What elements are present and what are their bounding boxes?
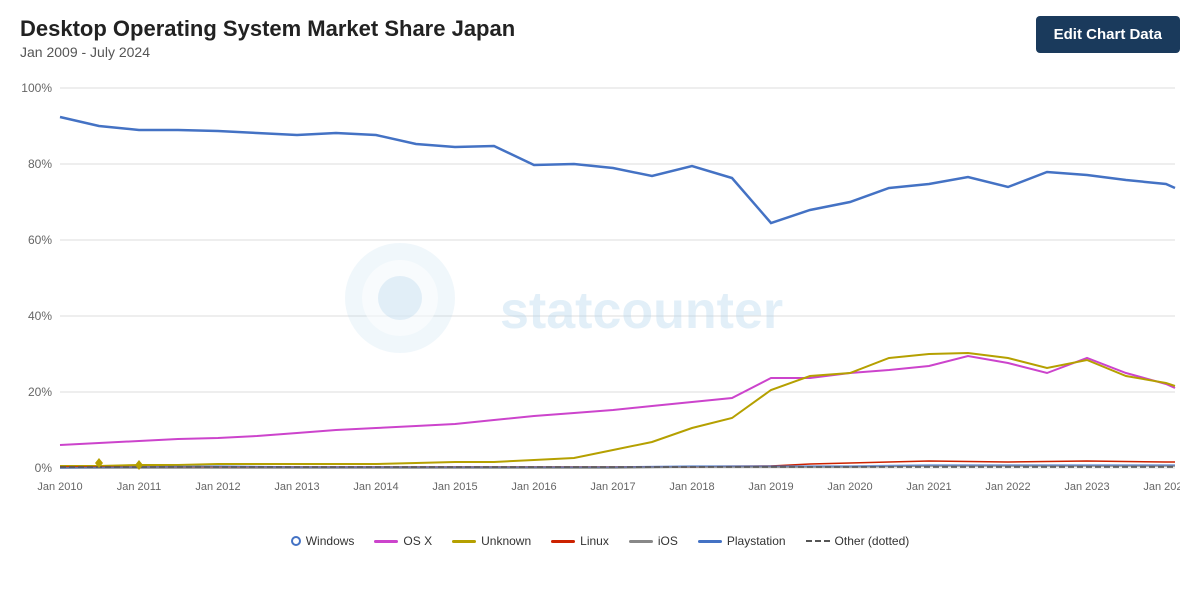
chart-svg: 100% 80% 60% 40% 20% 0% Jan 2010 Jan 201… xyxy=(20,68,1180,528)
linux-legend-icon xyxy=(551,540,575,543)
other-legend-label: Other (dotted) xyxy=(835,534,910,548)
svg-text:Jan 2013: Jan 2013 xyxy=(274,481,319,493)
chart-title: Desktop Operating System Market Share Ja… xyxy=(20,16,515,42)
chart-legend: Windows OS X Unknown Linux iOS Playstati… xyxy=(20,534,1180,548)
legend-item-unknown: Unknown xyxy=(452,534,531,548)
unknown-legend-icon xyxy=(452,540,476,543)
windows-legend-icon xyxy=(291,536,301,546)
svg-text:statcounter: statcounter xyxy=(500,282,783,340)
other-legend-icon xyxy=(806,540,830,542)
svg-text:40%: 40% xyxy=(28,309,52,323)
legend-item-other: Other (dotted) xyxy=(806,534,910,548)
edit-chart-data-button[interactable]: Edit Chart Data xyxy=(1036,16,1180,53)
title-block: Desktop Operating System Market Share Ja… xyxy=(20,16,515,60)
svg-text:100%: 100% xyxy=(21,81,52,95)
legend-item-osx: OS X xyxy=(374,534,432,548)
svg-text:Jan 2015: Jan 2015 xyxy=(432,481,477,493)
svg-text:0%: 0% xyxy=(35,461,53,475)
legend-item-playstation: Playstation xyxy=(698,534,786,548)
legend-item-windows: Windows xyxy=(291,534,355,548)
svg-text:Jan 2021: Jan 2021 xyxy=(906,481,951,493)
svg-text:Jan 2020: Jan 2020 xyxy=(827,481,872,493)
svg-text:Jan 2010: Jan 2010 xyxy=(37,481,82,493)
svg-text:20%: 20% xyxy=(28,385,52,399)
header: Desktop Operating System Market Share Ja… xyxy=(20,16,1180,60)
svg-text:Jan 2017: Jan 2017 xyxy=(590,481,635,493)
svg-text:Jan 2023: Jan 2023 xyxy=(1064,481,1109,493)
svg-text:Jan 2024: Jan 2024 xyxy=(1143,481,1180,493)
svg-text:60%: 60% xyxy=(28,233,52,247)
svg-text:Jan 2011: Jan 2011 xyxy=(117,481,161,493)
playstation-legend-label: Playstation xyxy=(727,534,786,548)
legend-item-ios: iOS xyxy=(629,534,678,548)
osx-legend-icon xyxy=(374,540,398,543)
ios-legend-icon xyxy=(629,540,653,543)
chart-area: 100% 80% 60% 40% 20% 0% Jan 2010 Jan 201… xyxy=(20,68,1180,528)
windows-legend-label: Windows xyxy=(306,534,355,548)
svg-text:Jan 2018: Jan 2018 xyxy=(669,481,714,493)
svg-text:Jan 2014: Jan 2014 xyxy=(353,481,398,493)
playstation-legend-icon xyxy=(698,540,722,543)
ios-legend-label: iOS xyxy=(658,534,678,548)
svg-text:Jan 2012: Jan 2012 xyxy=(195,481,240,493)
unknown-legend-label: Unknown xyxy=(481,534,531,548)
osx-legend-label: OS X xyxy=(403,534,432,548)
svg-text:Jan 2022: Jan 2022 xyxy=(985,481,1030,493)
linux-legend-label: Linux xyxy=(580,534,609,548)
chart-subtitle: Jan 2009 - July 2024 xyxy=(20,44,515,60)
page-container: Desktop Operating System Market Share Ja… xyxy=(0,0,1200,608)
svg-text:Jan 2019: Jan 2019 xyxy=(748,481,793,493)
svg-text:Jan 2016: Jan 2016 xyxy=(511,481,556,493)
legend-item-linux: Linux xyxy=(551,534,609,548)
svg-text:80%: 80% xyxy=(28,157,52,171)
